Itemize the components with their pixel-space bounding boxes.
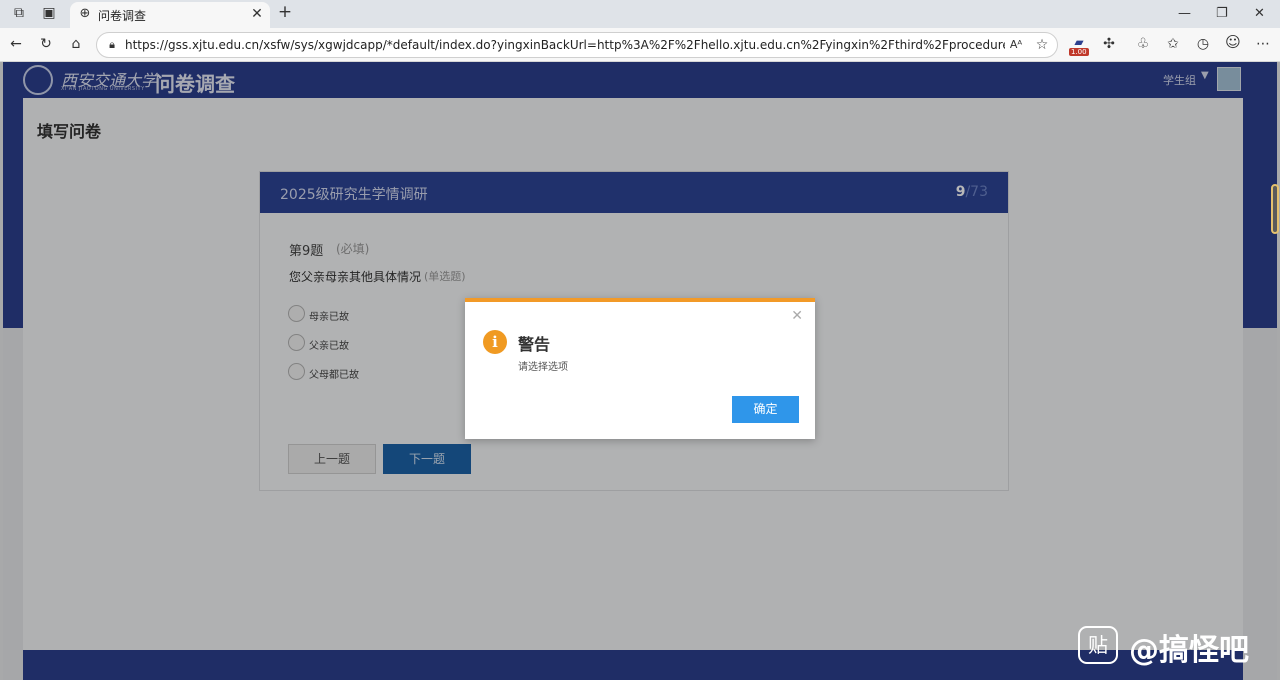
lock-icon[interactable]: 🔒︎ (103, 37, 121, 55)
refresh-icon[interactable]: ↻ (37, 36, 55, 54)
more-options-icon[interactable]: ⋯ (1254, 36, 1272, 54)
dialog-message: 请选择选项 (518, 362, 568, 373)
info-icon: i (483, 330, 507, 354)
favorites-icon[interactable]: ✩ (1164, 36, 1182, 54)
confirm-button[interactable]: 确定 (732, 396, 799, 423)
read-aloud-icon[interactable]: Aᴬ (1007, 37, 1025, 55)
extensions-puzzle-icon[interactable]: ✣ (1100, 36, 1118, 54)
tab-actions-icon[interactable]: ▣ (40, 5, 58, 23)
browser-tab-active[interactable]: ⊕ 问卷调查 ✕ (70, 2, 270, 28)
browser-essentials-icon[interactable]: ♧ (1134, 36, 1152, 54)
close-tab-icon[interactable]: ✕ (248, 6, 266, 24)
close-window-icon[interactable]: ✕ (1254, 6, 1265, 21)
url-text: https://gss.xjtu.edu.cn/xsfw/sys/xgwjdca… (125, 38, 1005, 52)
browser-toolbar: ← ↻ ⌂ 🔒︎ https://gss.xjtu.edu.cn/xsfw/sy… (0, 28, 1280, 62)
home-icon[interactable]: ⌂ (67, 36, 85, 54)
back-icon[interactable]: ← (7, 36, 25, 54)
minimize-icon[interactable]: — (1178, 6, 1191, 21)
workspaces-icon[interactable]: ⧉ (10, 5, 28, 23)
address-bar[interactable]: 🔒︎ https://gss.xjtu.edu.cn/xsfw/sys/xgwj… (96, 32, 1058, 58)
restore-icon[interactable]: ❐ (1216, 6, 1228, 21)
zoom-badge: 1.00 (1069, 48, 1089, 56)
close-icon[interactable]: ✕ (791, 308, 803, 324)
scrollbar-thumb[interactable] (1271, 184, 1279, 234)
new-tab-icon[interactable]: + (276, 4, 294, 22)
dialog-title: 警告 (518, 335, 551, 354)
watermark-logo-icon: 贴 (1078, 626, 1118, 664)
warning-dialog: ✕ i 警告 请选择选项 确定 (465, 298, 815, 439)
globe-icon: ⊕ (79, 6, 91, 21)
profile-avatar-icon[interactable]: ☺ (1224, 34, 1242, 52)
history-icon[interactable]: ◷ (1194, 36, 1212, 54)
browser-tab-strip: ⧉ ▣ ⊕ 问卷调查 ✕ + — ❐ ✕ (0, 0, 1280, 28)
watermark-text: @搞怪吧 (1129, 633, 1249, 668)
tab-title: 问卷调查 (98, 9, 147, 23)
favorite-star-icon[interactable]: ☆ (1033, 37, 1051, 55)
